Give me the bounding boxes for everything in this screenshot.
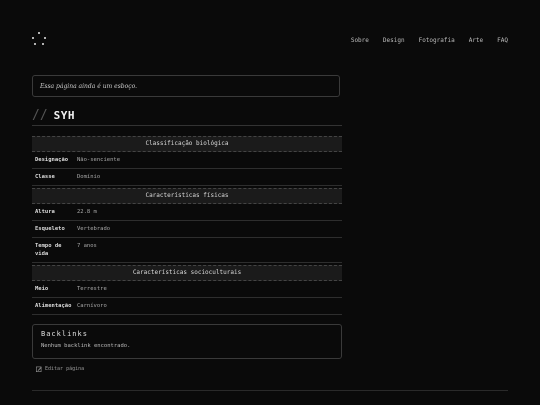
backlinks-title: Backlinks	[41, 330, 88, 338]
infobox-row: Meio Terrestre	[32, 281, 342, 298]
infobox-section-heading: Características físicas	[32, 188, 342, 204]
infobox-section-heading: Características socioculturais	[32, 265, 342, 281]
infobox-value: Terrestre	[77, 286, 107, 292]
nav-item-design[interactable]: Design	[383, 37, 405, 44]
nav-item-faq[interactable]: FAQ	[497, 37, 508, 44]
stub-notice: Essa página ainda é um esboço.	[32, 75, 340, 97]
infobox-value: Domínio	[77, 174, 101, 180]
infobox-value: 7 anos	[77, 243, 97, 249]
nav-item-sobre[interactable]: Sobre	[351, 37, 369, 44]
edit-icon	[36, 366, 42, 372]
edit-page-link[interactable]: Editar página	[36, 366, 84, 372]
infobox-key: Tempo de vida	[35, 243, 62, 257]
backlinks-box: Backlinks Nenhum backlink encontrado.	[32, 324, 342, 359]
infobox-value: Não-senciente	[77, 157, 121, 163]
infobox-row: Tempo de vida 7 anos	[32, 238, 342, 263]
infobox-row: Designação Não-senciente	[32, 152, 342, 169]
stub-notice-text: Essa página ainda é um esboço.	[40, 83, 138, 90]
infobox-key: Classe	[35, 174, 55, 180]
nav-item-fotografia[interactable]: Fotografia	[419, 37, 455, 44]
footer-divider	[32, 390, 508, 391]
nav-item-arte[interactable]: Arte	[469, 37, 483, 44]
infobox-row: Esqueleto Vertebrado	[32, 221, 342, 238]
infobox-value: Carnívoro	[77, 303, 107, 309]
page-title: SYH	[53, 109, 76, 122]
infobox-row: Alimentação Carnívoro	[32, 298, 342, 315]
infobox-section-heading: Classificação biológica	[32, 136, 342, 152]
title-slashes: //	[32, 108, 48, 123]
edit-page-label: Editar página	[45, 366, 85, 372]
infobox-value: 22.8 m	[77, 209, 97, 215]
infobox-row: Classe Domínio	[32, 169, 342, 186]
infobox-key: Meio	[35, 286, 49, 292]
logo-icon[interactable]	[32, 32, 46, 46]
infobox-row: Altura 22.8 m	[32, 204, 342, 221]
infobox-value: Vertebrado	[77, 226, 111, 232]
infobox-key: Esqueleto	[35, 226, 65, 232]
title-divider	[32, 125, 342, 126]
page-title-row: // SYH	[32, 108, 75, 123]
infobox-key: Designação	[35, 157, 69, 163]
infobox-key: Altura	[35, 209, 55, 215]
infobox-key: Alimentação	[35, 303, 72, 309]
backlinks-empty-text: Nenhum backlink encontrado.	[41, 343, 131, 349]
infobox: Classificação biológica Designação Não-s…	[32, 136, 342, 315]
top-nav: Sobre Design Fotografia Arte FAQ	[351, 37, 508, 44]
